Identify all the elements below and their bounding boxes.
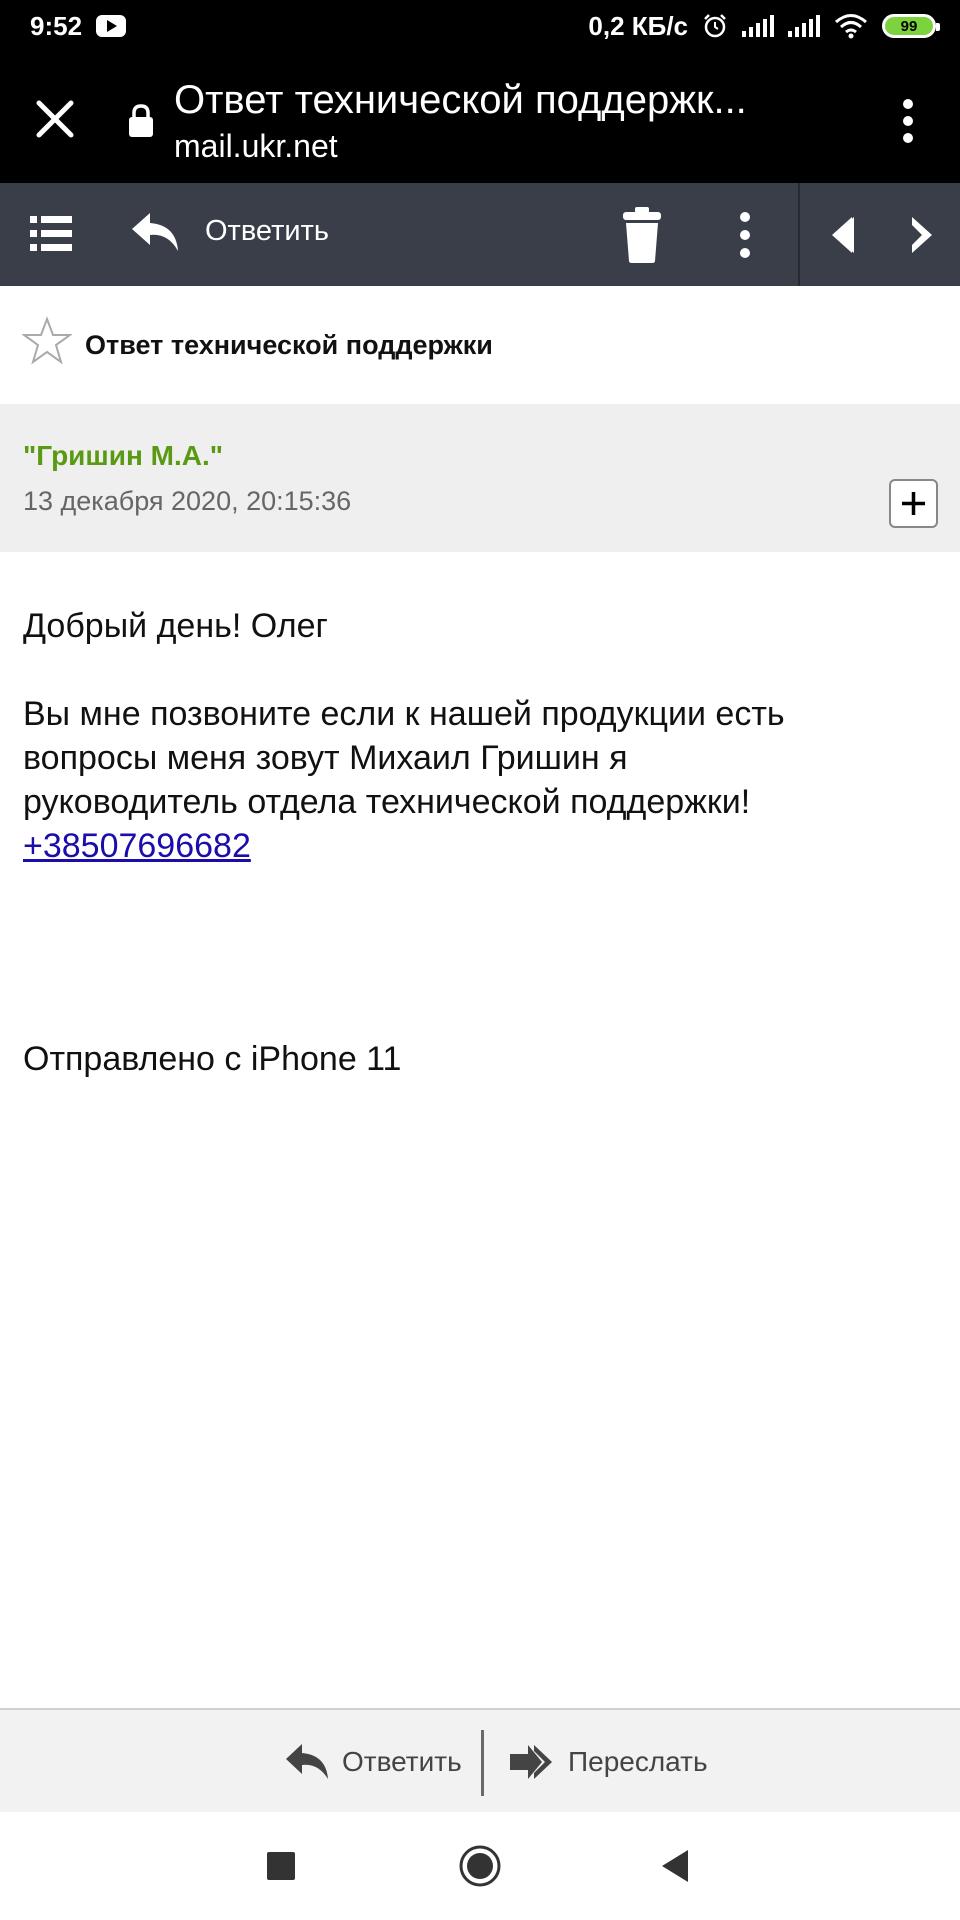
trash-icon[interactable] [622,207,662,263]
more-vertical-icon[interactable] [896,96,920,146]
sender-name[interactable]: "Гришин М.А." [23,440,223,472]
body-greeting: Добрый день! Олег [23,607,328,645]
next-message-icon[interactable] [906,215,936,255]
wifi-icon [835,14,867,39]
reply-button[interactable]: Ответить [205,215,329,248]
footer-divider [481,1730,484,1796]
toolbar-divider [798,183,800,286]
sender-block: "Гришин М.А." 13 декабря 2020, 20:15:36 [0,404,960,552]
status-time: 9:52 [30,10,83,41]
status-left: 9:52 [30,10,127,42]
reply-icon[interactable] [130,211,180,255]
back-icon[interactable] [660,1848,690,1884]
body-gap [23,648,923,692]
lock-icon [129,104,153,137]
page-url[interactable]: mail.ukr.net [174,128,338,165]
expand-details-button[interactable] [889,479,938,528]
previous-message-icon[interactable] [828,215,858,255]
footer-forward-button[interactable]: Переслать [568,1746,708,1778]
subject-row: Ответ технической поддержки [0,286,960,404]
message-body: Добрый день! Олег Вы мне позвоните если … [23,604,923,868]
android-nav-bar [0,1812,960,1920]
signal-icon [742,15,774,37]
home-icon[interactable] [458,1844,502,1888]
message-date: 13 декабря 2020, 20:15:36 [23,486,352,516]
youtube-icon [96,15,127,37]
body-phone-line: +38507696682 [23,824,923,868]
more-actions-icon[interactable] [735,211,755,259]
alarm-icon [704,14,726,38]
message-subject: Ответ технической поддержки [85,330,493,360]
body-line: Вы мне позвоните если к нашей продукции … [23,695,785,733]
forward-icon[interactable] [508,1742,556,1782]
plus-icon [902,492,925,515]
message-signature: Отправлено с iPhone 11 [23,1040,402,1078]
list-menu-icon[interactable] [30,215,72,253]
phone-link[interactable]: +38507696682 [23,827,251,865]
recents-icon[interactable] [267,1852,295,1880]
body-line: вопросы меня зовут Михаил Гришин я [23,739,628,777]
browser-header: Ответ технической поддержк... mail.ukr.n… [0,52,960,183]
tab-title: Ответ технической поддержк... [174,78,747,122]
star-icon[interactable] [22,316,72,366]
reply-icon[interactable] [284,1742,330,1782]
footer-action-bar: Ответить Переслать [0,1708,960,1812]
footer-reply-button[interactable]: Ответить [342,1746,462,1778]
status-right: 0,2 КБ/с 99 [588,10,940,42]
network-speed: 0,2 КБ/с [588,10,688,41]
mail-toolbar: Ответить [0,183,960,286]
battery-icon: 99 [882,14,940,38]
status-bar: 9:52 0,2 КБ/с 99 [0,0,960,52]
signal-icon-2 [788,15,820,37]
close-icon[interactable] [34,98,76,140]
body-line: руководитель отдела технической поддержк… [23,783,751,821]
